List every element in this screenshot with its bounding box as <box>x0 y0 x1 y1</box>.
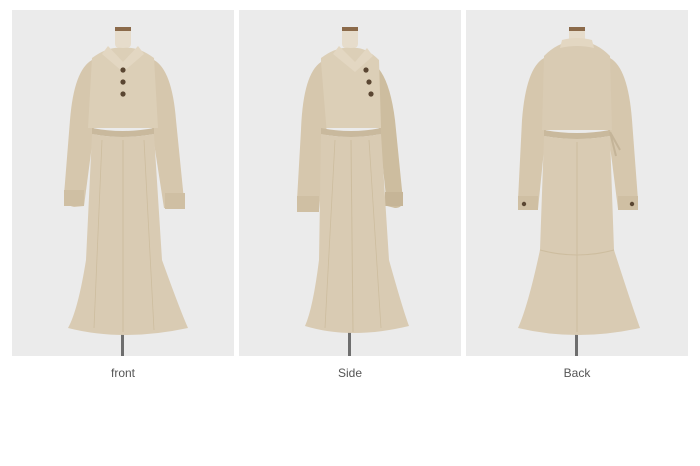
dress-back-illustration <box>466 10 688 356</box>
dress-side-illustration <box>239 10 461 356</box>
front-view-caption: front <box>110 366 135 380</box>
side-view-caption: Side <box>337 366 363 380</box>
side-view-photo <box>239 10 461 356</box>
back-view-photo <box>466 10 688 356</box>
dress-front-illustration <box>12 10 234 356</box>
back-view-caption: Back <box>563 366 591 380</box>
front-view-photo <box>12 10 234 356</box>
product-view-gallery: front Side Back <box>0 0 700 466</box>
